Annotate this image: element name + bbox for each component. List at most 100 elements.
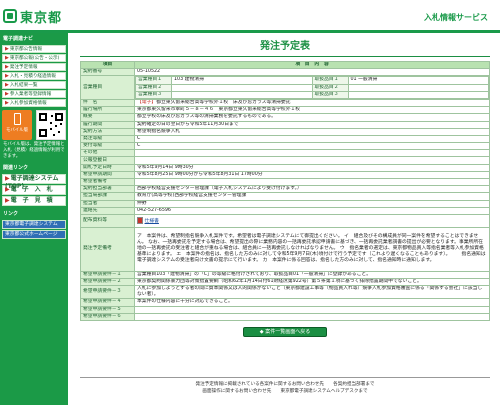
business-types-cell: 営業種目１ 103 建物清掃 取扱品目１ 01 一般清掃 営業種目２ 取扱品目２ xyxy=(134,75,490,100)
row-label: 担当局部課 xyxy=(80,192,135,201)
related-links-title: 関連リンク xyxy=(3,165,29,171)
arrow-icon: ◆ xyxy=(259,328,264,335)
table-row: 営業種目 営業種目１ 103 建物清掃 取扱品目１ 01 一般清掃 営業種目２ … xyxy=(80,75,490,100)
sidebar-item-label: 東京都公報(公告・公示) xyxy=(9,56,60,61)
mobile-badge-label: モバイル版 xyxy=(6,128,28,133)
sidebar-item-label: 入札結果一覧 xyxy=(9,83,38,88)
row-label: 希望申請要件－４ xyxy=(80,298,135,307)
row-value: 東京都東久留米市幸町５－８－４６ 東京都立東久留米総合高等学校外１校 xyxy=(134,106,490,115)
table-row: 開札予定日時 令和5年9月14日 9時30分 xyxy=(80,163,490,172)
row-label: 開札予定日時 xyxy=(80,163,135,172)
sidebar-item-label: 参入業者等登録情報 xyxy=(9,92,52,97)
arrow-icon: ▶ xyxy=(5,46,9,52)
footer: 発注予定情報に掲載されている各案件に関するお問い合わせ先 各契約担当部署まで 画… xyxy=(80,381,490,395)
row-value: 希望制指名競争入札 xyxy=(134,127,490,136)
row-value: 入札に参加しようとする者の間に資本関係又は人的関係がないこと（東京都建設工事等（… xyxy=(134,285,490,300)
link-tokyo-homepage[interactable]: 東京都公式ホームページ xyxy=(2,230,66,239)
sidebar-item-order-plan[interactable]: ▶発注予定情報 xyxy=(2,63,66,71)
links-title: リンク xyxy=(3,211,19,217)
sidebar-item-bid-results[interactable]: ▶入札結果一覧 xyxy=(2,81,66,89)
header-content: 項 目 内 容 xyxy=(134,60,490,70)
table-row: 希望申請要件－２ 東京都契約関係暴力団等対策措置要綱（昭和62年1月14日付61財… xyxy=(80,278,490,287)
system-title: 入札情報サービス xyxy=(424,13,488,22)
table-row: その他 xyxy=(80,149,490,158)
row-value: 本案件の仕様内容に十分に対応できること。 xyxy=(134,298,490,307)
table-row: 履行場所 東京都東久留米市幸町５－８－４６ 東京都立東久留米総合高等学校外１校 xyxy=(80,106,490,115)
sidebar-item-gazette[interactable]: ▶東京都公報(公告・公示) xyxy=(2,54,66,62)
business-type-value xyxy=(171,90,313,99)
sidebar-item-bid-progress[interactable]: ▶入札・見積り経過情報 xyxy=(2,72,66,80)
row-label: 希望申請要件－６ xyxy=(80,312,135,321)
arrow-icon: ▶ xyxy=(5,186,10,193)
back-to-list-button[interactable]: ◆ 案件一覧画面へ戻る xyxy=(243,326,327,337)
row-label: 発注等級 xyxy=(80,134,135,144)
back-button-label: 案件一覧画面へ戻る xyxy=(265,328,311,335)
row-value xyxy=(134,177,490,187)
row-label: 希望申請期間 xyxy=(80,170,135,180)
arrow-icon: ▶ xyxy=(5,100,9,106)
row-label: 希望申請要件－２ xyxy=(80,278,135,287)
business-type-label: 営業種目１ xyxy=(135,76,172,85)
item-value xyxy=(347,90,489,99)
button-label: 電 子 入 札 xyxy=(10,186,53,193)
table-row: 契約担当部署 西部学校経営支援センター管理課（電子入札システムにより受け付けます。… xyxy=(80,185,490,194)
row-value: C xyxy=(134,134,490,144)
link-e-procurement-system[interactable]: 東京都電子調達システム xyxy=(2,220,66,229)
mobile-section: モバイル版 xyxy=(2,110,66,140)
qr-code-icon xyxy=(36,110,66,140)
mobile-version-button[interactable]: モバイル版 xyxy=(2,110,32,140)
row-value: 西部学校経営支援センター管理課（電子入札システムにより受け付けます。） xyxy=(134,185,490,194)
row-value: 令和5年9月14日 9時30分 xyxy=(134,163,490,172)
business-type-label: 営業種目２ xyxy=(135,83,172,92)
row-value: 仕様書 xyxy=(134,213,490,228)
e-procurement-top-button[interactable]: ▶電子調達システム(TOP) xyxy=(2,174,66,190)
arrow-icon: ▶ xyxy=(5,73,9,79)
arrow-icon: ▶ xyxy=(5,175,10,182)
table-row: 担当局部課 教育庁(高等学校)西部学校経営支援センター管理課 xyxy=(80,192,490,201)
item-label: 取扱品目１ xyxy=(311,76,349,85)
table-row: 契約方法 希望制指名競争入札 xyxy=(80,127,490,136)
sidebar-item-qualification[interactable]: ▶入札参加資格情報 xyxy=(2,99,66,107)
electronic-tag: 【電子】 xyxy=(137,100,157,106)
row-value: 契約確定の日の翌日から令和5年11月30日まで xyxy=(134,120,490,129)
row-label: 営業種目 xyxy=(80,75,135,100)
row-label: 担当者 xyxy=(80,199,135,208)
mobile-note: モバイル版は、発注予定情報と入札（見積）経過情報が利用できます。 xyxy=(3,142,65,159)
row-label: 希望申請要件－５ xyxy=(80,305,135,314)
row-label: 発注予定備考 xyxy=(80,226,135,272)
mobile-phone-icon xyxy=(13,113,21,125)
tokyo-logo-icon xyxy=(3,9,17,23)
table-row: 契約番号 05-10522 xyxy=(80,68,490,77)
table-row: 履行期間 契約確定の日の翌日から令和5年11月30日まで xyxy=(80,120,490,129)
row-value: C xyxy=(134,142,490,151)
row-label: 連絡先 xyxy=(80,206,135,215)
sidebar-item-registered-vendors[interactable]: ▶参入業者等登録情報 xyxy=(2,90,66,98)
e-bidding-button[interactable]: ▶電 子 入 札 xyxy=(2,185,66,195)
page-header: 東京都 入札情報サービス xyxy=(0,0,500,33)
footer-divider xyxy=(80,377,490,378)
item-value: 01 一般清掃 xyxy=(347,76,489,85)
footer-contact-line: 発注予定情報に掲載されている各案件に関するお問い合わせ先 各契約担当部署まで xyxy=(195,382,375,387)
specification-link[interactable]: 仕様書 xyxy=(145,219,159,224)
subject-text: 都立東久留米総合高等学校外１校 床及び窓ガラス等清掃委託 xyxy=(156,100,291,106)
pdf-icon[interactable] xyxy=(137,216,143,224)
row-value xyxy=(134,312,490,321)
row-label: 履行期間 xyxy=(80,120,135,129)
business-type-label: 営業種目３ xyxy=(135,90,172,99)
table-row: 件 名 【電子】都立東久留米総合高等学校外１校 床及び窓ガラス等清掃委託 xyxy=(80,98,490,108)
row-label: 受付等級 xyxy=(80,142,135,151)
e-quotation-button[interactable]: ▶電 子 見 積 xyxy=(2,196,66,206)
title-divider xyxy=(80,56,490,57)
footer-help-line: 画面操作に関するお問い合わせ先 東京都電子調達システムヘルプデスクまで xyxy=(202,389,368,394)
table-row: 営業種目１ 103 建物清掃 取扱品目１ 01 一般清掃 xyxy=(135,76,489,85)
row-value: 都立学校の床及び窓ガラス等の清掃業務を委託するものである。 xyxy=(134,113,490,122)
arrow-icon: ▶ xyxy=(5,82,9,88)
sidebar-item-tokyo-notice[interactable]: ▶東京都公告情報 xyxy=(2,45,66,53)
header-item: 項目 xyxy=(80,60,135,70)
tokyo-logo[interactable]: 東京都 xyxy=(3,7,62,26)
row-label: 契約担当部署 xyxy=(80,185,135,194)
item-label: 取扱品目２ xyxy=(311,83,349,92)
table-row: 希望者備考 xyxy=(80,177,490,187)
sidebar-item-label: 東京都公告情報 xyxy=(9,47,43,52)
order-remarks: ア 本案件は、希望制指名競争入札案件です。希望者は電子調達システムにて御提出くだ… xyxy=(134,226,490,272)
